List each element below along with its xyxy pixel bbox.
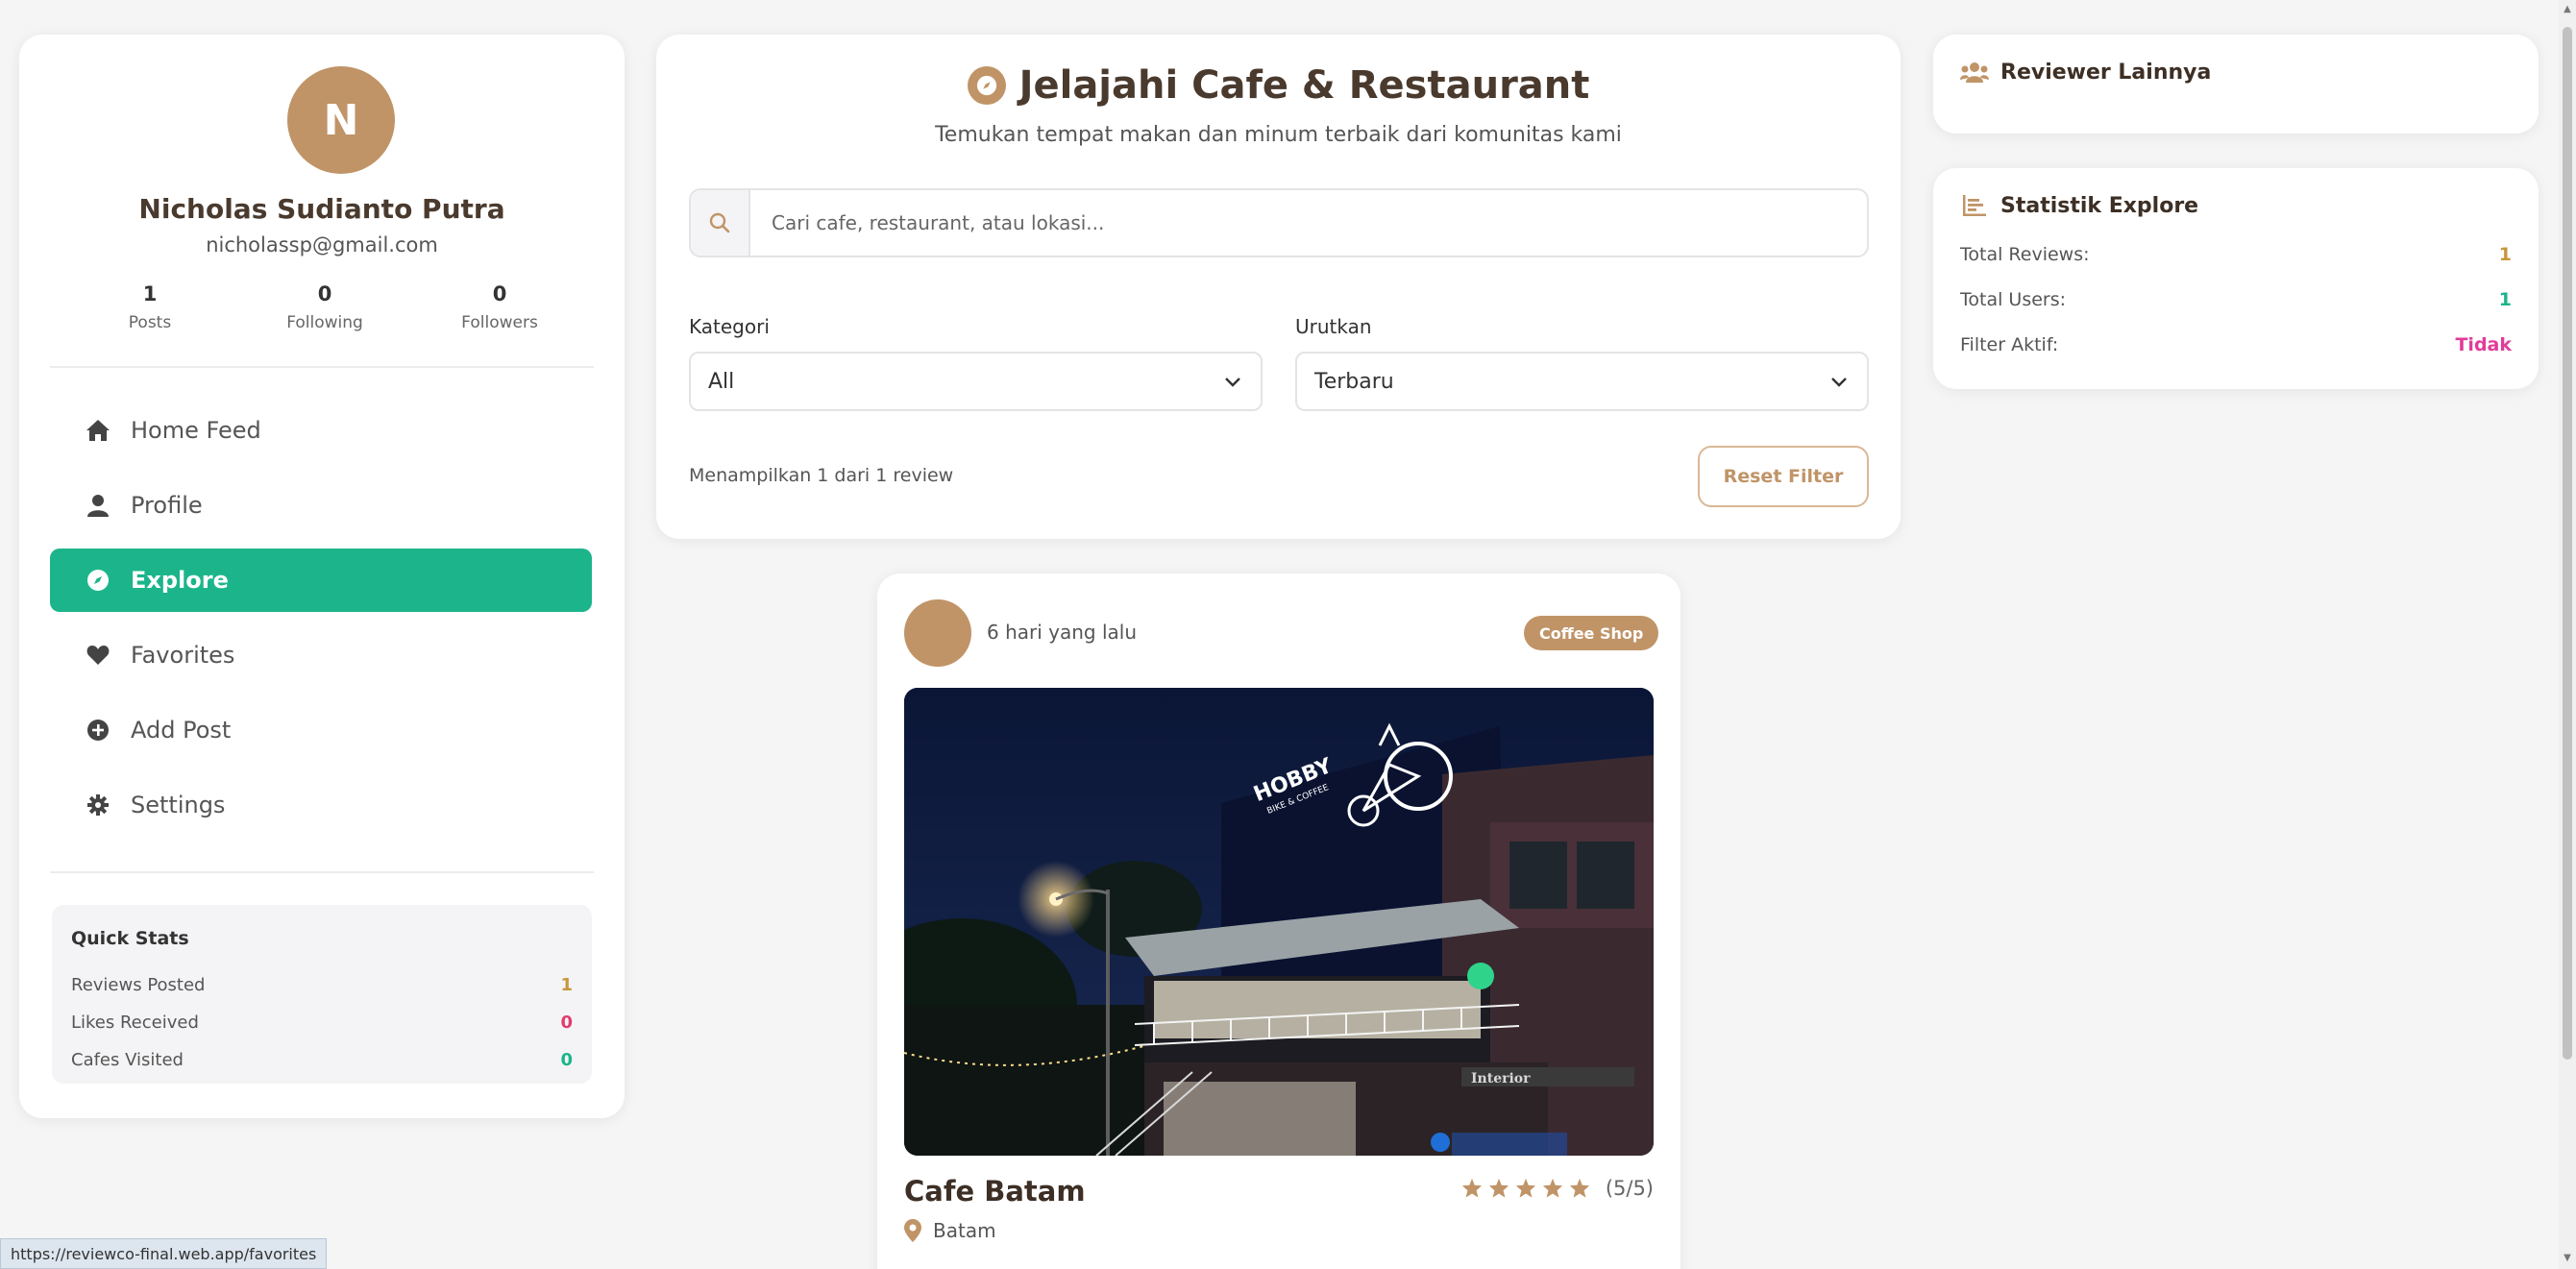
page-title: Jelajahi Cafe & Restaurant xyxy=(656,63,1901,108)
scroll-up-icon[interactable]: ▲ xyxy=(2562,4,2573,15)
result-count: Menampilkan 1 dari 1 review xyxy=(689,465,954,486)
user-name: Nicholas Sudianto Putra xyxy=(138,193,505,225)
sort-label: Urutkan xyxy=(1295,315,1372,338)
chevron-down-icon xyxy=(1224,370,1241,394)
quick-stats-panel: Quick Stats Reviews Posted 1 Likes Recei… xyxy=(52,905,592,1084)
scrollbar-thumb[interactable] xyxy=(2563,27,2572,1060)
nav-item-favorites[interactable]: Favorites xyxy=(50,623,592,687)
gear-icon xyxy=(85,792,111,818)
other-reviewers-card: Reviewer Lainnya xyxy=(1933,35,2539,134)
avatar[interactable]: N xyxy=(287,66,395,174)
quick-stat-likes-received: Likes Received 0 xyxy=(71,1013,573,1033)
profile-sidebar: N Nicholas Sudianto Putra nicholassp@gma… xyxy=(19,35,625,1118)
explore-filter-panel: Jelajahi Cafe & Restaurant Temukan tempa… xyxy=(656,35,1901,539)
stat-filter-active: Filter Aktif: Tidak xyxy=(1960,334,2512,355)
page-subtitle: Temukan tempat makan dan minum terbaik d… xyxy=(935,123,1622,147)
star-icon xyxy=(1461,1178,1482,1198)
category-badge: Coffee Shop xyxy=(1524,616,1659,650)
chart-icon xyxy=(1960,193,1989,218)
review-title[interactable]: Cafe Batam xyxy=(904,1175,1086,1208)
category-select[interactable]: All xyxy=(689,352,1263,411)
photo-banner-text: Interior xyxy=(1471,1071,1531,1086)
quick-stat-reviews-posted: Reviews Posted 1 xyxy=(71,975,573,995)
users-icon xyxy=(1960,60,1989,85)
nav-label: Settings xyxy=(131,792,226,818)
nav-item-settings[interactable]: Settings xyxy=(50,773,592,837)
stat-following[interactable]: 0 Following xyxy=(248,282,402,332)
search-input[interactable] xyxy=(750,190,1867,256)
quick-stat-cafes-visited: Cafes Visited 0 xyxy=(71,1050,573,1070)
page-scrollbar[interactable]: ▲ ▼ xyxy=(2559,0,2576,1269)
search-icon xyxy=(691,190,750,256)
search-box xyxy=(689,188,1869,257)
compass-icon xyxy=(967,66,1006,105)
home-icon xyxy=(85,417,111,444)
explore-stats-title: Statistik Explore xyxy=(1960,193,2198,218)
star-rating: (5/5) xyxy=(1461,1177,1654,1200)
nav-item-explore[interactable]: Explore xyxy=(50,549,592,612)
divider xyxy=(50,366,594,368)
star-icon xyxy=(1515,1178,1535,1198)
star-icon xyxy=(1542,1178,1562,1198)
star-icon xyxy=(1569,1178,1589,1198)
stat-total-users: Total Users: 1 xyxy=(1960,289,2512,310)
compass-icon xyxy=(85,567,111,594)
nav-item-home-feed[interactable]: Home Feed xyxy=(50,399,592,462)
nav-label: Profile xyxy=(131,492,203,519)
nav-label: Favorites xyxy=(131,642,235,669)
other-reviewers-title: Reviewer Lainnya xyxy=(1960,60,2211,85)
nav-label: Home Feed xyxy=(131,417,261,444)
category-label: Kategori xyxy=(689,315,770,338)
rating-text: (5/5) xyxy=(1605,1177,1654,1200)
review-location: Batam xyxy=(904,1219,996,1242)
avatar[interactable] xyxy=(904,599,971,667)
nav-item-add-post[interactable]: Add Post xyxy=(50,698,592,762)
stat-followers[interactable]: 0 Followers xyxy=(423,282,577,332)
reset-filter-button[interactable]: Reset Filter xyxy=(1698,446,1869,507)
review-card[interactable]: 6 hari yang lalu Coffee Shop Interior HO… xyxy=(877,573,1681,1269)
stat-posts[interactable]: 1 Posts xyxy=(73,282,227,332)
nav-item-profile[interactable]: Profile xyxy=(50,474,592,537)
star-icon xyxy=(1488,1178,1509,1198)
sort-select[interactable]: Terbaru xyxy=(1295,352,1869,411)
user-icon xyxy=(85,492,111,519)
divider xyxy=(50,871,594,873)
cafe-photo-illustration: Interior HOBBY BIKE & COFFEE xyxy=(904,688,1654,1156)
explore-stats-card: Statistik Explore Total Reviews: 1 Total… xyxy=(1933,168,2539,389)
map-pin-icon xyxy=(904,1219,921,1242)
heart-icon xyxy=(85,642,111,669)
plus-circle-icon xyxy=(85,717,111,744)
nav-label: Explore xyxy=(131,567,229,594)
review-timestamp: 6 hari yang lalu xyxy=(987,621,1138,644)
stat-total-reviews: Total Reviews: 1 xyxy=(1960,244,2512,265)
review-photo[interactable]: Interior HOBBY BIKE & COFFEE xyxy=(904,688,1654,1156)
status-bar-url: https://reviewco-final.web.app/favorites xyxy=(0,1238,328,1269)
chevron-down-icon xyxy=(1830,370,1848,394)
quick-stats-title: Quick Stats xyxy=(71,928,189,949)
nav-label: Add Post xyxy=(131,717,232,744)
scroll-down-icon[interactable]: ▼ xyxy=(2562,1253,2573,1264)
user-email: nicholassp@gmail.com xyxy=(206,233,438,256)
